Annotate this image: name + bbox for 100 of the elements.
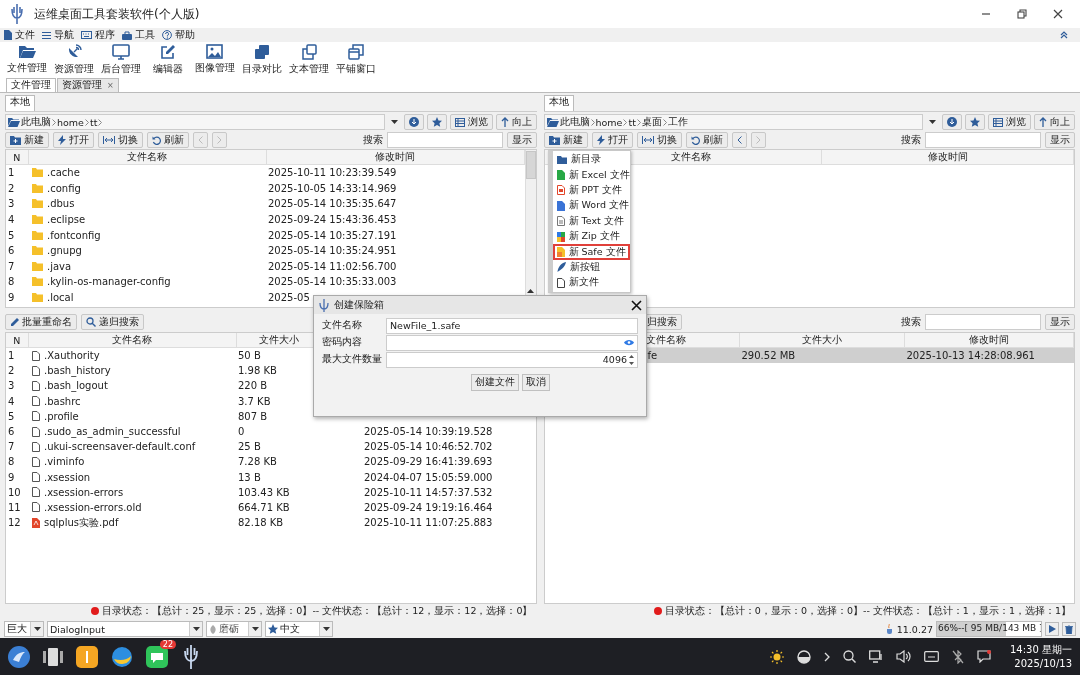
- tab[interactable]: 本地: [5, 95, 35, 111]
- menu-item[interactable]: 程序: [81, 28, 115, 42]
- menu-item[interactable]: 新 Safe 文件: [552, 244, 630, 260]
- column-header[interactable]: 修改时间: [904, 333, 1074, 348]
- table-cell: 2025-10-11 10:23:39.549: [268, 167, 397, 179]
- menu-item[interactable]: 新文件: [552, 275, 630, 291]
- window-title: 运维桌面工具套装软件(个人版): [34, 5, 201, 23]
- menu-item[interactable]: 新 Text 文件: [552, 213, 630, 229]
- row-number: 7: [8, 441, 15, 453]
- tab[interactable]: 本地: [543, 95, 574, 111]
- table-cell: 2025-09-24 19:19:16.464: [364, 501, 493, 513]
- search-label: 搜索: [901, 315, 921, 329]
- file-name: .cache: [47, 167, 80, 179]
- row-number: 2: [8, 182, 15, 194]
- column-header[interactable]: N: [6, 150, 28, 165]
- table-cell: 2025-05-14 10:35:24.951: [268, 245, 397, 257]
- toolbar-button[interactable]: 切换: [636, 132, 682, 148]
- input-field[interactable]: 4096: [386, 351, 638, 368]
- toolbar-button[interactable]: 文本管理: [285, 42, 332, 78]
- file-name: .bashrc: [44, 395, 81, 407]
- toolbar-button[interactable]: 切换: [98, 132, 143, 148]
- toolbar-button[interactable]: 递归搜索: [81, 314, 144, 330]
- show-button[interactable]: 显示: [1045, 314, 1075, 330]
- column-header[interactable]: 修改时间: [266, 150, 524, 165]
- tab[interactable]: 资源管理 ×: [57, 78, 119, 92]
- menu-item[interactable]: 新 Zip 文件: [552, 228, 630, 245]
- toolbar-button[interactable]: 编辑器: [144, 42, 191, 78]
- dropdown-field[interactable]: DialogInput: [47, 621, 203, 637]
- menu-item[interactable]: 新按钮: [552, 259, 630, 276]
- path-segment[interactable]: home: [595, 116, 623, 128]
- toolbar-button[interactable]: 后台管理: [97, 42, 144, 78]
- path-segment[interactable]: home: [57, 116, 84, 128]
- show-button[interactable]: 显示: [506, 132, 537, 148]
- row-number: 9: [8, 292, 15, 304]
- path-field[interactable]: 此电脑 home tt: [5, 114, 385, 130]
- menu-item[interactable]: 新 Word 文件: [552, 198, 630, 214]
- toolbar-button[interactable]: 打开: [591, 132, 633, 148]
- dialog-button[interactable]: 取消: [521, 374, 550, 391]
- toolbar-button[interactable]: 浏览: [988, 114, 1031, 130]
- toolbar-button[interactable]: 文件管理: [3, 42, 50, 78]
- row-number: 2: [8, 365, 15, 377]
- show-button[interactable]: 显示: [1045, 132, 1075, 148]
- tab-close-button[interactable]: ×: [107, 81, 114, 90]
- row-number: 5: [8, 229, 15, 241]
- toolbar-button[interactable]: 批量重命名: [5, 314, 77, 330]
- file-name: .fontconfig: [47, 229, 101, 241]
- column-header[interactable]: N: [6, 333, 28, 348]
- table-cell: 82.18 KB: [238, 517, 284, 529]
- column-header[interactable]: 文件名称: [28, 333, 236, 348]
- menu-item[interactable]: 帮助: [162, 28, 195, 42]
- column-header[interactable]: 文件名称: [28, 150, 266, 165]
- dialog-button[interactable]: 创建文件: [470, 374, 519, 391]
- path-segment[interactable]: 此电脑: [21, 115, 51, 129]
- path-segment[interactable]: tt: [628, 116, 636, 128]
- column-header[interactable]: 修改时间: [821, 150, 1074, 165]
- table-cell: 2025-05-14 10:35:33.003: [268, 276, 397, 288]
- path-field[interactable]: 此电脑 home tt 桌面 工作: [543, 114, 923, 130]
- table-cell: 25 B: [238, 441, 261, 453]
- row-number: 10: [8, 486, 21, 498]
- menu-item[interactable]: 工具: [122, 28, 155, 42]
- row-number: 1: [8, 167, 15, 179]
- field-label: 文件名称: [322, 319, 363, 332]
- table-cell: 2025-10-13 14:28:08.961: [906, 350, 1035, 362]
- row-number: 3: [8, 198, 15, 210]
- menu-item[interactable]: 导航: [42, 28, 74, 42]
- toolbar-button[interactable]: 新建: [543, 132, 588, 148]
- file-name: .kylin-os-manager-config: [47, 276, 171, 288]
- toolbar-button[interactable]: 向上: [1034, 114, 1075, 130]
- toolbar-button[interactable]: 刷新: [147, 132, 189, 148]
- dropdown-field[interactable]: 磨砺: [206, 621, 262, 637]
- path-segment[interactable]: 桌面: [641, 115, 662, 129]
- toolbar-button[interactable]: 新建: [5, 132, 49, 148]
- row-number: 12: [8, 517, 21, 529]
- memory-text: 66%--[ 95 MB/143 MB ]: [937, 623, 1041, 633]
- toolbar-button[interactable]: 资源管理: [50, 42, 97, 78]
- menu-item[interactable]: 新 Excel 文件: [552, 167, 630, 183]
- path-segment[interactable]: 此电脑: [559, 115, 590, 129]
- toolbar-button[interactable]: 浏览: [449, 114, 493, 130]
- path-segment[interactable]: tt: [89, 116, 98, 128]
- table-cell: 103.43 KB: [238, 486, 290, 498]
- row-number: 7: [8, 260, 15, 272]
- column-header[interactable]: 文件大小: [739, 333, 905, 348]
- row-number: 1: [8, 350, 15, 362]
- toolbar-button[interactable]: 向上: [495, 114, 537, 130]
- input-field[interactable]: NewFile_1.safe: [386, 317, 638, 334]
- toolbar-button[interactable]: 目录对比: [238, 42, 285, 78]
- toolbar-button[interactable]: 刷新: [685, 132, 728, 148]
- tab[interactable]: 文件管理: [6, 78, 56, 92]
- toolbar-button[interactable]: 图像管理: [191, 42, 238, 78]
- file-name: .xsession-errors: [44, 486, 124, 498]
- toolbar-button[interactable]: 平铺窗口: [332, 42, 379, 78]
- menu-item[interactable]: 文件: [3, 28, 35, 42]
- row-number: 9: [8, 471, 15, 483]
- toolbar-button[interactable]: 打开: [53, 132, 94, 148]
- table-cell: 2025-10-11 14:57:37.532: [364, 486, 493, 498]
- path-segment[interactable]: 工作: [667, 115, 688, 129]
- dropdown-field[interactable]: 中文: [265, 621, 333, 637]
- menu-item[interactable]: 新 PPT 文件: [552, 182, 630, 199]
- dropdown-field[interactable]: 巨大: [4, 621, 44, 637]
- search-label: 搜索: [901, 133, 921, 147]
